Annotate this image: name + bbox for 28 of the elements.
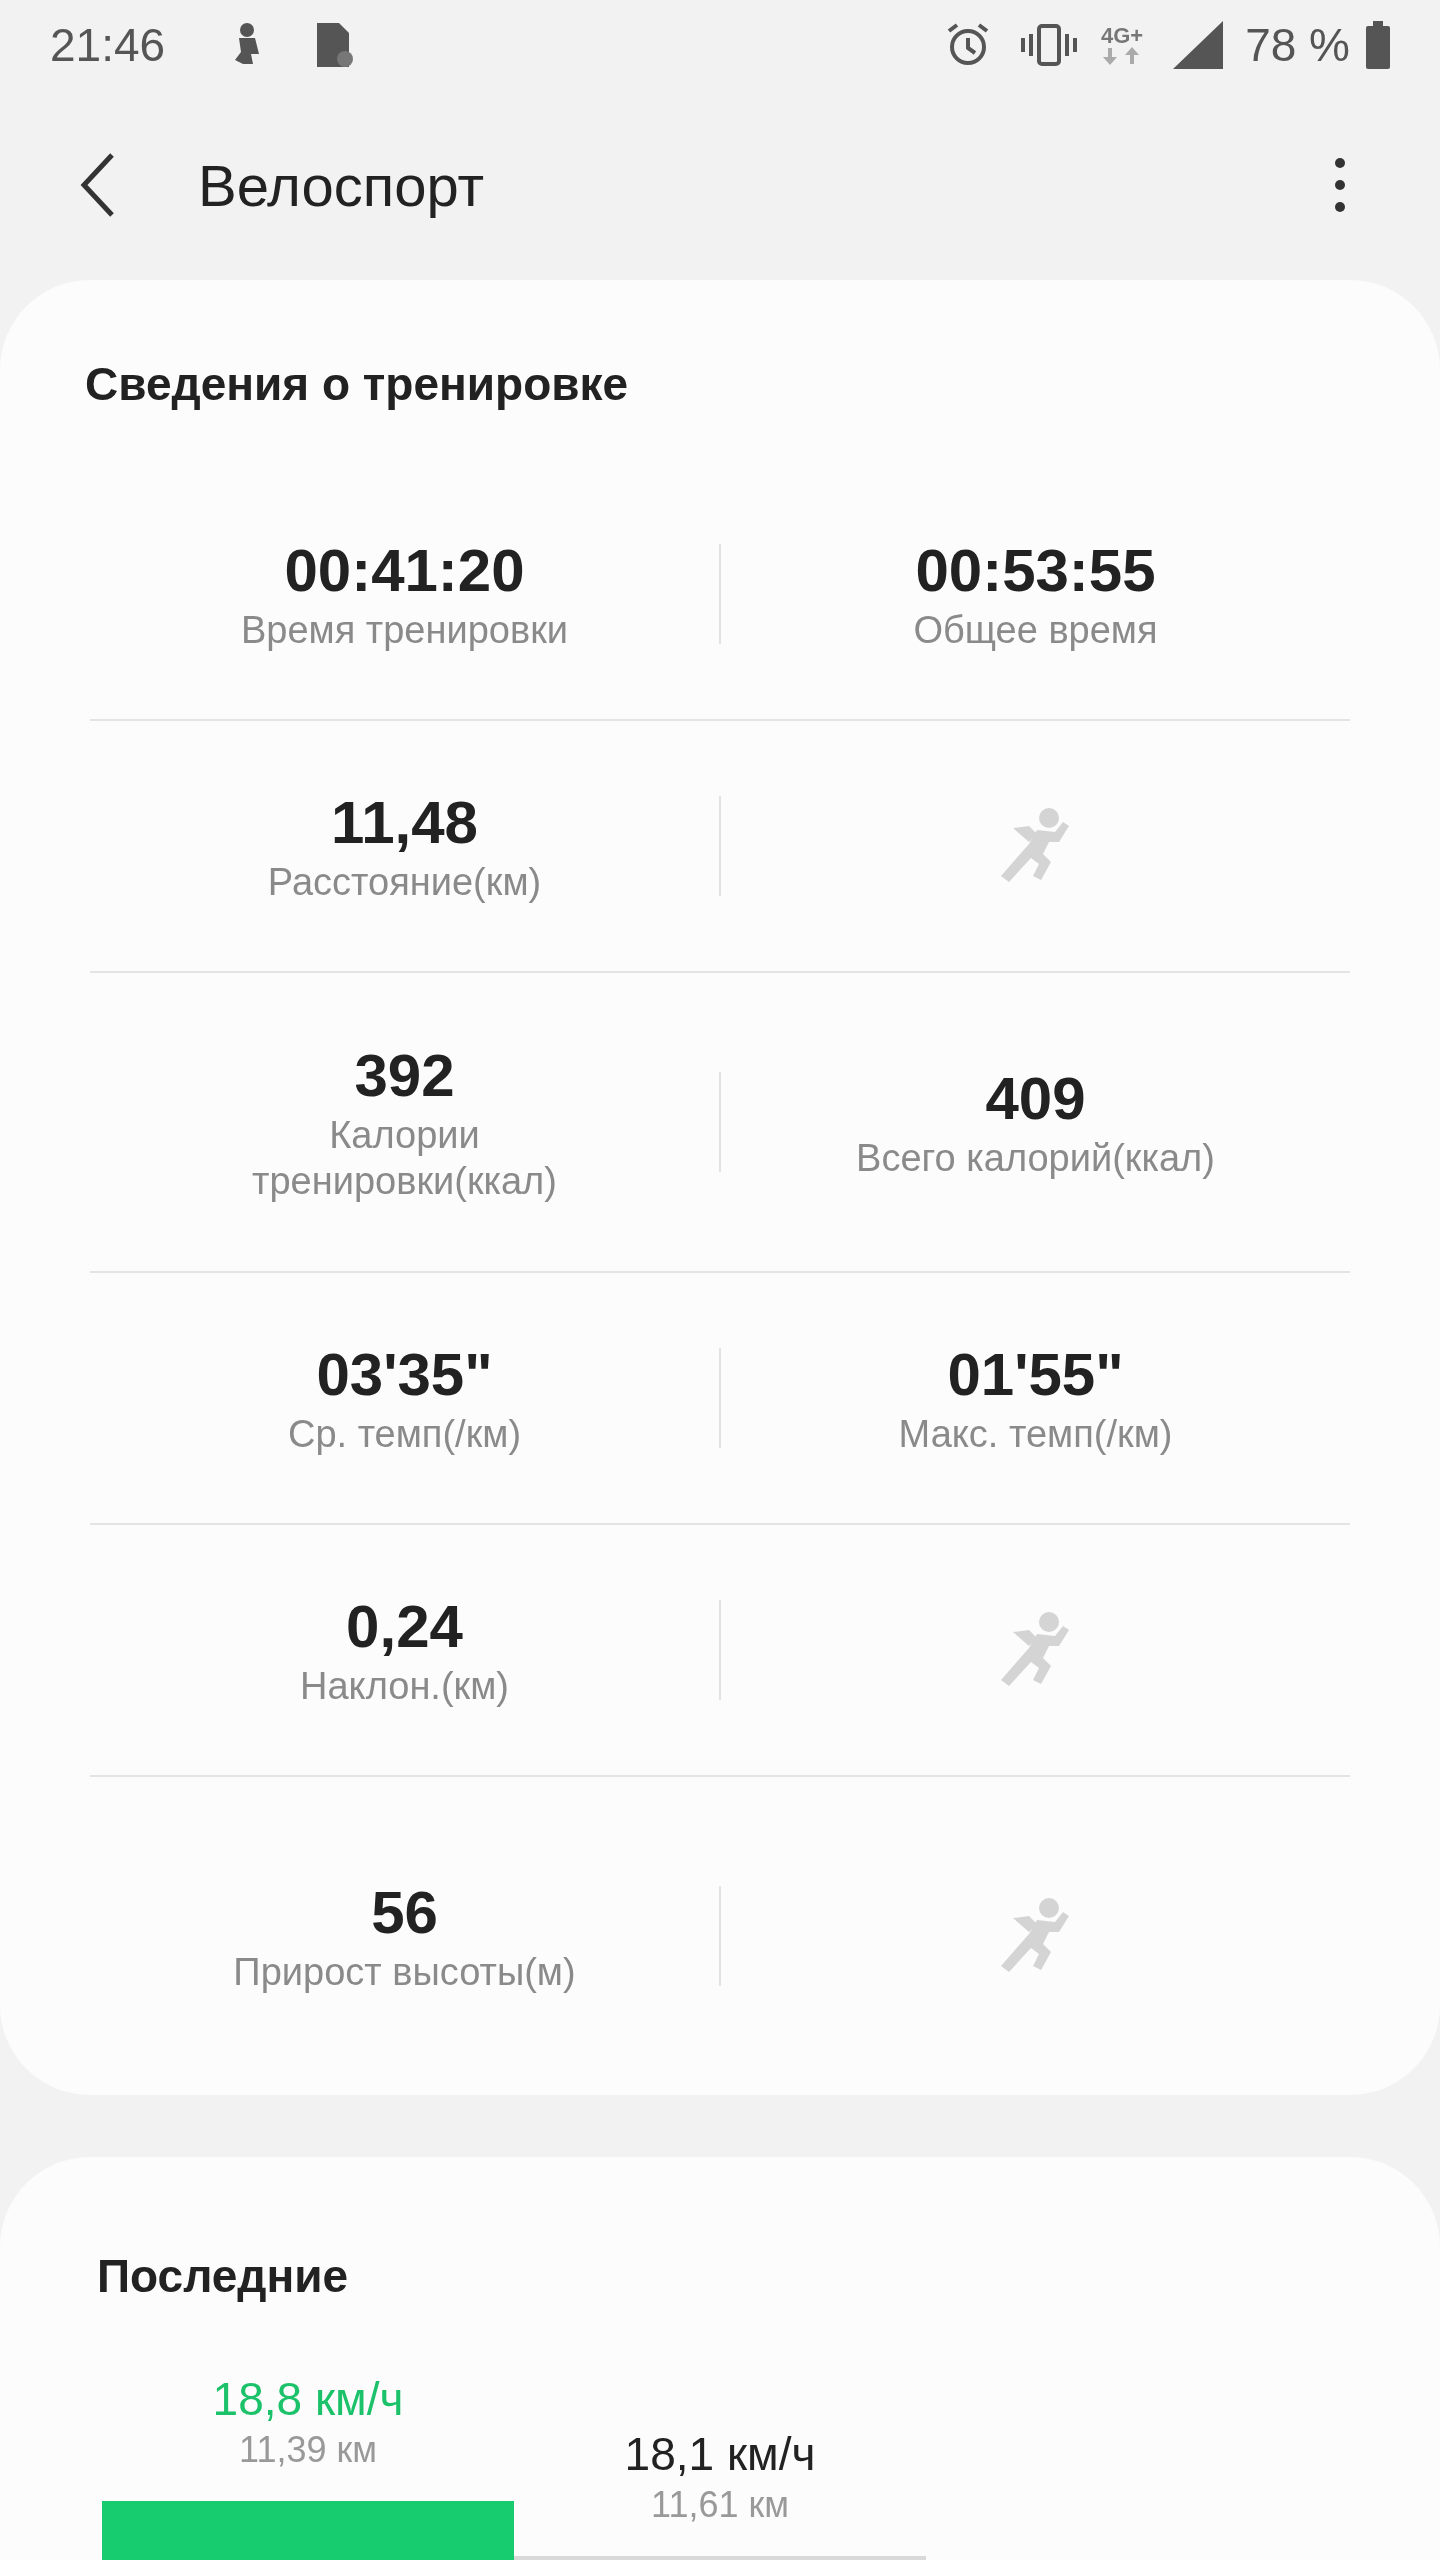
metric-value: 03'35" [316, 1340, 493, 1410]
network-type: 4G+ [1100, 25, 1144, 47]
metric-label: Макс. темп(/км) [898, 1412, 1173, 1457]
metric-label: Калории тренировки(ккал) [252, 1113, 557, 1204]
metric-label: Время тренировки [240, 608, 569, 653]
speed-value: 18,8 км/ч [212, 2372, 404, 2427]
metric-value: 00:53:55 [915, 536, 1156, 606]
metric-value: 01'55" [947, 1340, 1124, 1410]
metric-label: Ср. темп(/км) [287, 1412, 522, 1457]
speed-value: 18,1 км/ч [624, 2427, 816, 2482]
metric-value: 392 [354, 1041, 455, 1111]
metric-label: Общее время [913, 608, 1158, 653]
metric-value: 00:41:20 [284, 536, 525, 606]
card-title: Сведения о тренировке [84, 357, 630, 412]
metric-label: Прирост высоты(м) [233, 1950, 576, 1995]
battery-percent: 78 % [1245, 17, 1350, 73]
metric-value: 409 [985, 1064, 1086, 1134]
metric-value: 11,48 [331, 788, 478, 858]
metric-value: 56 [371, 1878, 438, 1948]
metric-label: Расстояние(км) [267, 860, 542, 905]
distance-value: 11,39 км [239, 2428, 377, 2472]
distance-value: 11,61 км [651, 2483, 789, 2527]
metric-label: Наклон.(км) [300, 1664, 509, 1709]
page-title: Велоспорт [198, 151, 484, 220]
card-title: Последние [96, 2249, 350, 2304]
metric-label: Всего калорий(ккал) [856, 1136, 1215, 1181]
status-time: 21:46 [50, 17, 166, 73]
metric-value: 0,24 [346, 1592, 463, 1662]
